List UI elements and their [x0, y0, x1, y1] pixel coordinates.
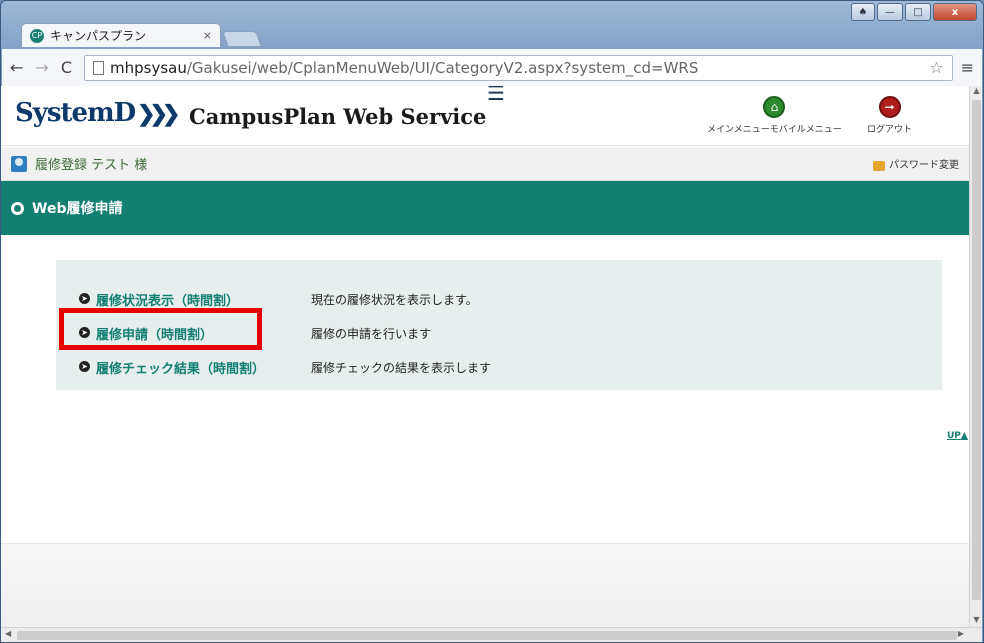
main-menu-button[interactable]: ⌂ メインメニューモバイルメニュー — [707, 96, 842, 135]
logout-label: ログアウト — [867, 125, 913, 135]
favicon-icon: CP — [30, 28, 44, 43]
url-host: mhpsysau — [109, 58, 187, 77]
new-tab-button[interactable] — [222, 31, 262, 47]
address-bar[interactable]: mhpsysau /Gakusei/web/CplanMenuWeb/UI/Ca… — [83, 54, 953, 81]
section-title: Web履修申請 — [32, 201, 123, 217]
logout-button[interactable]: ➞ ログアウト — [867, 96, 912, 135]
vertical-scrollbar[interactable]: ▲ ▼ — [969, 86, 982, 627]
url-path: /Gakusei/web/CplanMenuWeb/UI/CategoryV2.… — [186, 58, 699, 77]
arrow-circle-icon: ➤ — [79, 293, 90, 304]
footer — [1, 543, 969, 627]
tab-close-icon[interactable]: × — [203, 29, 212, 42]
site-title: CampusPlan Web Service — [189, 104, 487, 129]
site-header: SystemD❯❯❯ CampusPlan Web Service ☰ ⌂ メイ… — [1, 86, 969, 146]
tab-bar: CP キャンパスプラン × — [11, 19, 971, 47]
user-icon — [11, 155, 27, 172]
lock-icon — [873, 160, 885, 171]
logo-arrows-icon: ❯❯❯ — [137, 101, 180, 127]
scroll-thumb[interactable] — [972, 100, 981, 600]
page-viewport: SystemD❯❯❯ CampusPlan Web Service ☰ ⌂ メイ… — [1, 86, 969, 627]
menu-link-status[interactable]: 履修状況表示（時間割） — [96, 290, 239, 309]
mobile-menu-label[interactable]: モバイルメニュー — [770, 125, 842, 135]
list-item: ➤ 履修チェック結果（時間割） 履修チェックの結果を表示します — [56, 350, 942, 384]
browser-toolbar: ← → C mhpsysau /Gakusei/web/CplanMenuWeb… — [2, 49, 982, 87]
back-icon[interactable]: ← — [10, 58, 23, 77]
menu-desc: 現在の履修状況を表示します。 — [311, 292, 478, 307]
home-icon: ⌂ — [763, 96, 786, 118]
systemd-logo[interactable]: SystemD❯❯❯ — [15, 98, 181, 128]
user-bar: 履修登録 テスト 様 パスワード変更 — [1, 147, 969, 181]
bookmark-star-icon[interactable]: ☆ — [929, 58, 943, 77]
scroll-thumb[interactable] — [17, 631, 957, 640]
page-top-link[interactable]: UP▲ — [947, 431, 968, 441]
scroll-left-icon[interactable]: ◀ — [5, 629, 11, 638]
reload-icon[interactable]: C — [61, 58, 72, 77]
scroll-right-icon[interactable]: ▶ — [958, 629, 964, 638]
logout-icon: ➞ — [878, 96, 901, 118]
page-icon — [92, 60, 104, 75]
up-arrow-icon: ▲ — [960, 431, 968, 441]
forward-icon[interactable]: → — [35, 58, 48, 77]
browser-menu-icon[interactable]: ≡ — [961, 58, 974, 77]
highlight-box — [59, 308, 262, 350]
scroll-up-icon[interactable]: ▲ — [970, 86, 983, 98]
section-header: Web履修申請 — [1, 181, 969, 235]
menu-list-icon[interactable]: ☰ — [487, 86, 505, 103]
menu-desc: 履修の申請を行います — [311, 326, 432, 341]
menu-desc: 履修チェックの結果を表示します — [311, 360, 492, 375]
ring-icon — [11, 201, 24, 215]
main-menu-label: メインメニュー — [707, 125, 770, 135]
tab-campusplan[interactable]: CP キャンパスプラン × — [21, 23, 221, 47]
tab-title: キャンパスプラン — [50, 29, 147, 43]
horizontal-scrollbar[interactable]: ◀ ▶ — [1, 627, 982, 642]
change-password-label: パスワード変更 — [889, 160, 959, 171]
user-name: 履修登録 テスト 様 — [35, 158, 148, 173]
arrow-circle-icon: ➤ — [79, 361, 90, 372]
scroll-down-icon[interactable]: ▼ — [970, 615, 983, 627]
menu-link-check[interactable]: 履修チェック結果（時間割） — [96, 358, 265, 377]
change-password-link[interactable]: パスワード変更 — [873, 156, 959, 171]
